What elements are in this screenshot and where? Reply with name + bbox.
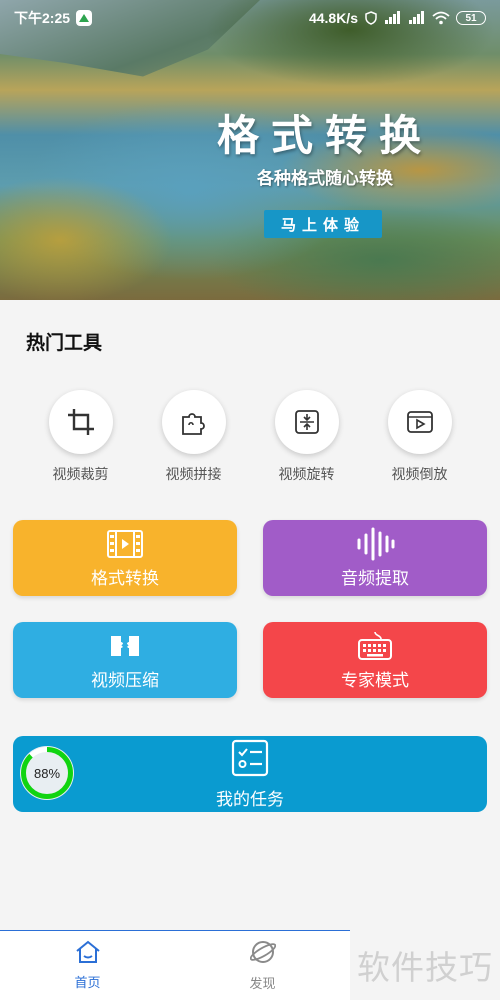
tool-label: 视频拼接 [165, 467, 222, 483]
expert-mode-label: 专家模式 [341, 670, 409, 691]
status-bar: 下午2:25 44.8K/s 51 [0, 0, 500, 36]
battery-icon: 51 [456, 11, 486, 25]
nav-discover-label: 发现 [249, 977, 276, 992]
rotate-icon[interactable] [274, 390, 339, 454]
tool-video-crop[interactable]: 视频裁剪 [24, 390, 137, 484]
tool-label: 视频倒放 [391, 467, 448, 483]
waveform-icon [355, 527, 395, 560]
status-time: 下午2:25 [14, 10, 71, 26]
app-notification-icon [76, 10, 93, 26]
checklist-icon [231, 739, 269, 781]
task-progress-text: 88% [33, 765, 61, 781]
hero-banner[interactable]: 格式转换 各种格式随心转换 马上体验 [0, 0, 500, 300]
audio-extract-card[interactable]: 音频提取 [263, 520, 487, 596]
tool-video-reverse[interactable]: 视频倒放 [363, 390, 476, 484]
nav-discover[interactable]: 发现 [175, 931, 350, 1000]
try-now-button[interactable]: 马上体验 [264, 210, 382, 238]
tool-label: 视频旋转 [278, 467, 335, 483]
wifi-icon [432, 11, 450, 25]
shield-icon [364, 11, 378, 25]
discover-icon [249, 939, 276, 969]
puzzle-icon[interactable] [161, 390, 226, 454]
format-convert-label: 格式转换 [91, 568, 159, 589]
format-convert-card[interactable]: 格式转换 [13, 520, 237, 596]
tool-label: 视频裁剪 [52, 467, 109, 483]
nav-home[interactable]: 首页 [0, 931, 175, 1000]
signal-icon-2 [408, 11, 426, 25]
signal-icon [384, 11, 402, 25]
banner-title: 格式转换 [216, 111, 433, 160]
hot-tools-title: 热门工具 [26, 332, 103, 354]
audio-extract-label: 音频提取 [341, 568, 409, 589]
reverse-play-icon[interactable] [387, 390, 452, 454]
tool-video-rotate[interactable]: 视频旋转 [250, 390, 363, 484]
crop-icon[interactable] [48, 390, 113, 454]
video-compress-label: 视频压缩 [91, 670, 159, 691]
keyboard-icon [357, 630, 393, 662]
banner-subtitle: 各种格式随心转换 [257, 169, 393, 189]
expert-mode-card[interactable]: 专家模式 [263, 622, 487, 698]
bottom-nav: 首页 发现 [0, 930, 350, 1000]
tool-video-join[interactable]: 视频拼接 [137, 390, 250, 484]
compress-icon [109, 630, 141, 662]
my-tasks-label: 我的任务 [216, 789, 284, 810]
video-compress-card[interactable]: 视频压缩 [13, 622, 237, 698]
network-speed: 44.8K/s [308, 10, 358, 26]
watermark: 软件技巧 [357, 948, 493, 987]
task-progress-ring: 88% [19, 745, 75, 801]
home-icon [75, 940, 101, 968]
my-tasks-card[interactable]: 88% 我的任务 [13, 736, 487, 812]
film-icon [107, 528, 143, 560]
hot-tools-row: 视频裁剪 视频拼接 视频旋转 视频倒放 [24, 390, 476, 484]
nav-home-label: 首页 [74, 976, 101, 991]
